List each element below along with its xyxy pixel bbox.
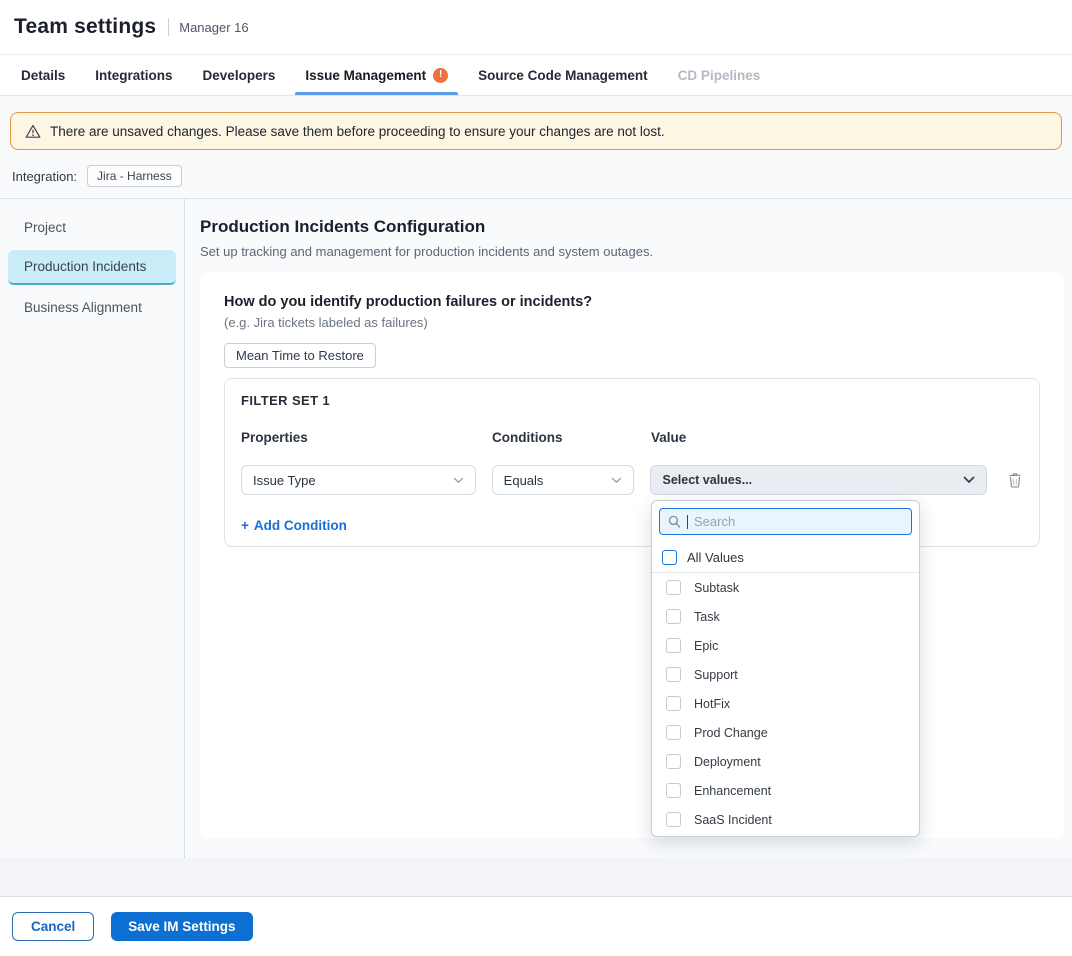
option-enhancement[interactable]: Enhancement [652,776,919,805]
filter-row: Issue Type Equals Select values... [241,465,1023,495]
checkbox[interactable] [666,638,681,653]
save-im-settings-button[interactable]: Save IM Settings [111,912,252,941]
option-all-values[interactable]: All Values [652,542,919,573]
footer-actions: Cancel Save IM Settings [0,897,1072,956]
chevron-down-icon [963,476,975,484]
option-customer-notification[interactable]: Customer Notification [652,834,919,837]
column-header-properties: Properties [241,430,476,445]
checkbox[interactable] [666,754,681,769]
property-select-value: Issue Type [253,473,316,488]
settings-sidebar: Project Production Incidents Business Al… [0,199,185,858]
search-icon [668,515,681,528]
chevron-down-icon [611,477,622,484]
filter-set-1: FILTER SET 1 Properties Conditions Value… [224,378,1040,547]
settings-body: Project Production Incidents Business Al… [0,199,1072,858]
team-name-label: Manager 16 [179,20,248,35]
value-multiselect[interactable]: Select values... [650,465,987,495]
checkbox[interactable] [666,812,681,827]
trash-icon [1007,472,1023,489]
main-panel: Production Incidents Configuration Set u… [185,199,1072,858]
filter-set-title: FILTER SET 1 [241,393,1023,408]
filter-column-headers: Properties Conditions Value [241,430,1023,445]
integration-row: Integration: Jira - Harness [0,150,1072,199]
column-header-value: Value [651,430,988,445]
integration-chip[interactable]: Jira - Harness [87,165,182,187]
team-settings-page: Team settings Manager 16 Details Integra… [0,0,1072,956]
tab-details[interactable]: Details [11,55,75,95]
tab-bar: Details Integrations Developers Issue Ma… [0,55,1072,96]
property-select[interactable]: Issue Type [241,465,476,495]
tab-source-code-management[interactable]: Source Code Management [468,55,658,95]
search-placeholder: Search [694,514,735,529]
checkbox[interactable] [666,783,681,798]
warning-triangle-icon [25,124,41,139]
metric-chip-mean-time-to-restore[interactable]: Mean Time to Restore [224,343,376,368]
sidebar-item-business-alignment[interactable]: Business Alignment [0,287,184,328]
tab-cd-pipelines: CD Pipelines [668,55,771,95]
dropdown-search-input[interactable]: Search [659,508,912,535]
option-epic[interactable]: Epic [652,631,919,660]
checkbox[interactable] [666,725,681,740]
banner-message: There are unsaved changes. Please save t… [50,124,665,139]
option-hotfix[interactable]: HotFix [652,689,919,718]
content-area: There are unsaved changes. Please save t… [0,96,1072,858]
delete-filter-button[interactable] [1007,472,1023,489]
tab-issue-management[interactable]: Issue Management ! [295,55,458,95]
checkbox[interactable] [666,696,681,711]
section-title: Production Incidents Configuration [200,217,1064,237]
page-header: Team settings Manager 16 [0,0,1072,55]
sidebar-item-project[interactable]: Project [0,207,184,248]
option-task[interactable]: Task [652,602,919,631]
tab-integrations[interactable]: Integrations [85,55,182,95]
option-support[interactable]: Support [652,660,919,689]
chevron-down-icon [453,477,464,484]
question-heading: How do you identify production failures … [224,294,1040,310]
checkbox[interactable] [666,667,681,682]
option-prod-change[interactable]: Prod Change [652,718,919,747]
unsaved-alert-badge: ! [433,68,448,83]
page-title: Team settings [14,15,156,39]
tab-developers[interactable]: Developers [193,55,286,95]
sidebar-item-production-incidents[interactable]: Production Incidents [8,250,176,285]
cancel-button[interactable]: Cancel [12,912,94,941]
question-hint: (e.g. Jira tickets labeled as failures) [224,315,1040,330]
option-subtask[interactable]: Subtask [652,573,919,602]
plus-icon: + [241,518,249,533]
condition-select-value: Equals [504,473,544,488]
unsaved-changes-banner: There are unsaved changes. Please save t… [10,112,1062,150]
title-divider [168,18,169,36]
checkbox-all-values[interactable] [662,550,677,565]
checkbox[interactable] [666,609,681,624]
add-condition-label: Add Condition [254,518,347,533]
condition-select[interactable]: Equals [492,465,635,495]
integration-label: Integration: [12,169,77,184]
text-caret [687,515,688,529]
checkbox[interactable] [666,580,681,595]
config-card: How do you identify production failures … [200,272,1064,838]
option-saas-incident[interactable]: SaaS Incident [652,805,919,834]
section-subtitle: Set up tracking and management for produ… [200,244,1064,259]
footer-spacer [0,858,1072,897]
add-condition-button[interactable]: + Add Condition [241,518,347,533]
option-deployment[interactable]: Deployment [652,747,919,776]
value-select-placeholder: Select values... [662,473,752,487]
value-dropdown-panel: Search All Values Subtask Task Epic Supp… [651,500,920,837]
column-header-conditions: Conditions [492,430,635,445]
